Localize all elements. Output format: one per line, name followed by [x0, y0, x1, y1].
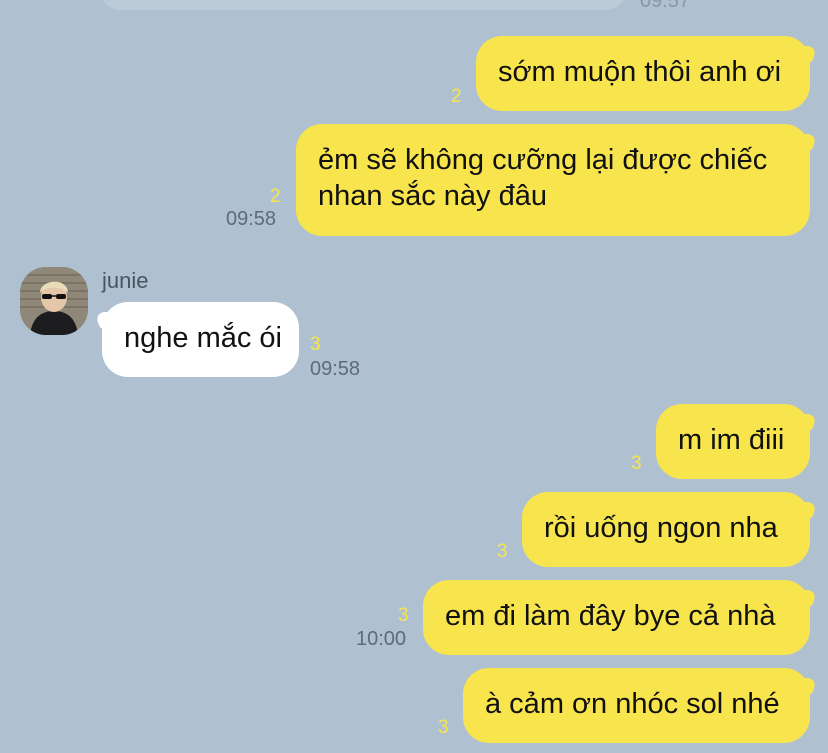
message-time: 10:00	[356, 628, 407, 650]
message-time: 09:57	[640, 0, 691, 12]
my-message-bubble[interactable]: rồi uống ngon nha	[522, 492, 810, 567]
message-time: 09:58	[226, 208, 277, 230]
message-text: rồi uống ngon nha	[544, 512, 778, 544]
message-text: ẻm sẽ không cưỡng lại được chiếc nhan sắ…	[318, 144, 768, 212]
message-text: à cảm ơn nhóc sol nhé	[485, 688, 780, 720]
message-text: sớm muộn thôi anh ơi	[498, 56, 782, 88]
read-count: 3	[398, 605, 409, 626]
message-text: em đi làm đây bye cả nhà	[445, 600, 776, 632]
read-count: 3	[310, 334, 321, 355]
read-count: 2	[270, 186, 281, 207]
chat-view[interactable]: 09:57 sớm muộn thôi anh ơi 2 ẻm sẽ không…	[0, 0, 828, 753]
previous-message-bubble[interactable]	[100, 0, 626, 10]
my-message-bubble[interactable]: sớm muộn thôi anh ơi	[476, 36, 810, 111]
contact-avatar[interactable]	[20, 267, 88, 335]
my-message-bubble[interactable]: à cảm ơn nhóc sol nhé	[463, 668, 810, 743]
my-message-bubble[interactable]: m im điii	[656, 404, 810, 479]
message-text: nghe mắc ói	[124, 322, 282, 354]
read-count: 3	[438, 717, 449, 738]
message-time: 09:58	[310, 358, 361, 380]
my-message-bubble[interactable]: em đi làm đây bye cả nhà	[423, 580, 810, 655]
read-count: 3	[497, 541, 508, 562]
my-message-bubble[interactable]: ẻm sẽ không cưỡng lại được chiếc nhan sắ…	[296, 124, 810, 236]
read-count: 3	[631, 453, 642, 474]
sender-name: junie	[102, 268, 149, 293]
read-count: 2	[451, 86, 462, 107]
message-text: m im điii	[678, 424, 785, 456]
avatar-photo-icon	[20, 267, 88, 335]
their-message-bubble[interactable]: nghe mắc ói	[102, 302, 299, 377]
